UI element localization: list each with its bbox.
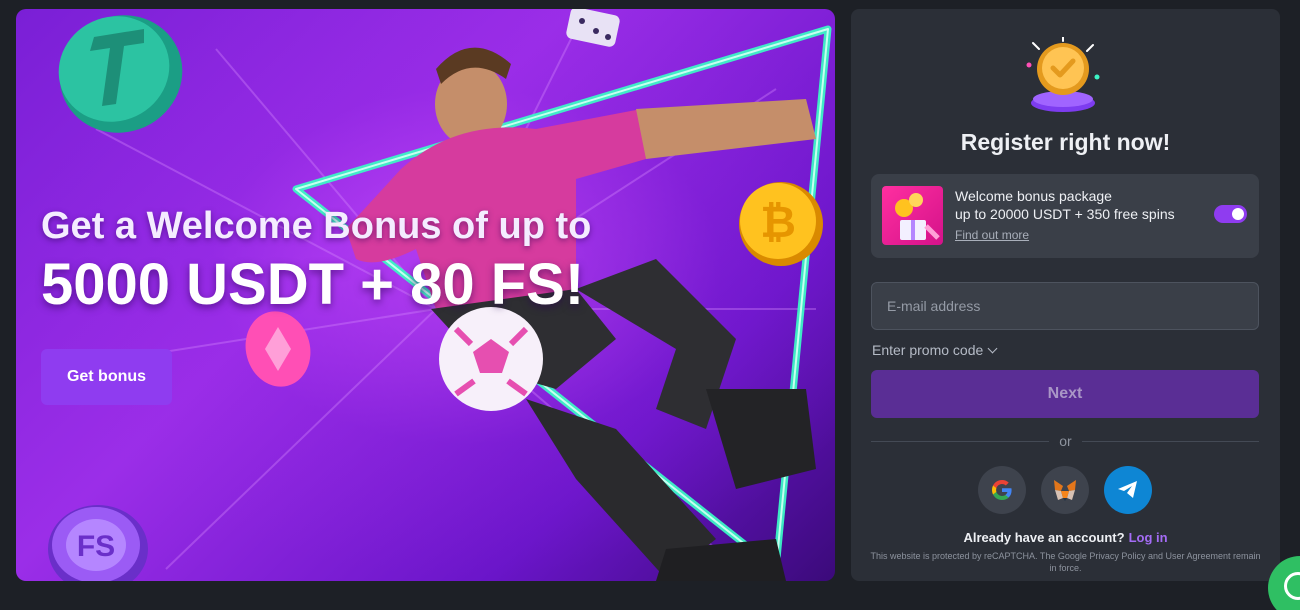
get-bonus-button[interactable]: Get bonus: [41, 349, 172, 405]
register-title: Register right now!: [960, 129, 1171, 155]
google-icon: [992, 480, 1012, 500]
promo-code-label: Enter promo code: [872, 342, 984, 358]
banner-headline-line1: Get a Welcome Bonus of up to: [41, 205, 592, 247]
welcome-banner: ₿ FS Get a Welcome Bonus of up to 5000 U…: [16, 9, 835, 581]
find-out-more-link[interactable]: Find out more: [955, 228, 1029, 242]
or-divider-text: or: [1059, 433, 1072, 449]
google-login-button[interactable]: [978, 466, 1026, 514]
email-field[interactable]: [871, 282, 1259, 330]
svg-text:₿: ₿: [760, 198, 796, 247]
bonus-title: Welcome bonus package: [955, 188, 1112, 204]
chat-icon: [1284, 572, 1300, 600]
telegram-login-button[interactable]: [1104, 466, 1152, 514]
coin-trophy-icon: [1026, 37, 1100, 112]
banner-headline-line2: 5000 USDT + 80 FS!: [41, 252, 585, 317]
dice-icon: [566, 9, 620, 47]
welcome-bonus-card[interactable]: Welcome bonus package up to 20000 USDT +…: [871, 174, 1259, 258]
next-button[interactable]: Next: [871, 370, 1259, 418]
login-link[interactable]: Log in: [1129, 530, 1168, 545]
have-account-text: Already have an account?: [963, 530, 1125, 545]
metamask-login-button[interactable]: [1041, 466, 1089, 514]
chevron-down-icon: [987, 343, 998, 354]
bitcoin-coin-icon: ₿: [739, 182, 823, 266]
register-panel: Register right now! Welcome bonus packag…: [851, 9, 1280, 581]
bonus-toggle[interactable]: [1214, 205, 1247, 223]
fs-chip-label: FS: [77, 530, 115, 563]
toggle-knob: [1232, 208, 1244, 220]
tether-coin-icon: [58, 15, 183, 133]
metamask-icon: [1054, 480, 1076, 501]
bonus-subtitle: up to 20000 USDT + 350 free spins: [955, 206, 1175, 222]
soccer-ball-icon: [439, 307, 543, 411]
recaptcha-notice: This website is protected by reCAPTCHA. …: [870, 551, 1261, 573]
promo-code-toggle[interactable]: Enter promo code: [872, 342, 998, 358]
telegram-icon: [1118, 481, 1137, 498]
bonus-gift-icon: [882, 186, 943, 245]
have-account-row: Already have an account? Log in: [851, 530, 1280, 545]
banner-headline: Get a Welcome Bonus of up to 5000 USDT +…: [41, 204, 591, 318]
